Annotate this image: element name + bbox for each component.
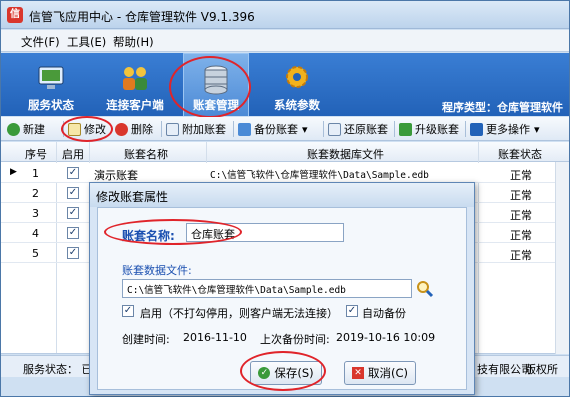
nav-service-status[interactable]: 服务状态 (21, 53, 81, 116)
auto-backup-label: 自动备份 (362, 307, 406, 320)
delete-button[interactable]: 删除 (115, 120, 153, 138)
highlight-ring (240, 351, 326, 391)
window-title: 信管飞应用中心 - 仓库管理软件 V9.1.396 (29, 10, 255, 24)
created-value: 2016-11-10 (183, 331, 247, 344)
monitor-icon (38, 66, 64, 89)
toolbar-separator (233, 121, 234, 137)
created-label: 创建时间: (122, 333, 170, 346)
cell-status: 正常 (510, 169, 532, 182)
copyright-text: 版权所 (525, 363, 558, 376)
more-icon (470, 122, 483, 136)
service-status-text: 服务状态： 已 (23, 363, 93, 376)
enable-label: 启用（不打勾停用，则客户端无法连接） (140, 307, 338, 320)
auto-backup-checkbox[interactable]: ✓ (346, 305, 358, 317)
menu-file[interactable]: 文件(F) (21, 34, 60, 50)
app-icon: 信 (7, 7, 23, 23)
col-header[interactable]: 账套数据库文件 (307, 146, 384, 162)
cell-name: 演示账套 (94, 169, 138, 182)
nav-label: 系统参数 (274, 98, 320, 112)
cell-file: C:\信管飞软件\仓库管理软件\Data\Sample.edb (210, 170, 429, 181)
attach-label: 附加账套 (182, 123, 226, 136)
backup-icon (238, 122, 251, 136)
dialog-title: 修改账套属性 (96, 190, 169, 204)
file-field[interactable]: C:\信管飞软件\仓库管理软件\Data\Sample.edb (122, 279, 412, 298)
upgrade-button[interactable]: 升级账套 (399, 120, 459, 138)
menu-tools[interactable]: 工具(E) (67, 34, 106, 50)
delete-label: 删除 (131, 123, 153, 136)
cell-no: 4 (32, 227, 39, 240)
cancel-button[interactable]: ✕ 取消(C) (344, 361, 416, 385)
restore-icon (328, 122, 341, 136)
cell-no: 1 (32, 167, 39, 180)
nav-label: 连接客户端 (106, 98, 164, 112)
last-backup-label: 上次备份时间: (260, 333, 330, 346)
attach-button[interactable]: 附加账套 (166, 120, 226, 138)
toolbar-separator (394, 121, 395, 137)
toolbar-separator (323, 121, 324, 137)
new-button[interactable]: 新建 (7, 120, 45, 138)
chevron-down-icon: ▾ (534, 122, 540, 136)
backup-button[interactable]: 备份账套 ▾ (238, 120, 308, 138)
vertical-scrollbar[interactable] (555, 162, 569, 354)
toolbar-separator (161, 121, 162, 137)
enabled-checkbox[interactable]: ✓ (67, 167, 79, 179)
more-button[interactable]: 更多操作 ▾ (470, 120, 540, 138)
nav-band: 服务状态 连接客户端 账套管理 系统参数 程序类型：仓库管理软件 (1, 53, 569, 116)
enabled-checkbox[interactable]: ✓ (67, 247, 79, 259)
title-bar: 信 信管飞应用中心 - 仓库管理软件 V9.1.396 (1, 1, 569, 29)
nav-label: 服务状态 (28, 98, 74, 112)
upgrade-icon (399, 122, 412, 136)
highlight-ring (169, 56, 251, 118)
cell-no: 3 (32, 207, 39, 220)
more-label: 更多操作 (486, 123, 530, 136)
program-type: 程序类型：仓库管理软件 (442, 101, 563, 114)
toolbar-separator (465, 121, 466, 137)
highlight-ring (104, 219, 242, 245)
last-backup-value: 2019-10-16 10:09 (336, 331, 436, 344)
nav-clients[interactable]: 连接客户端 (97, 53, 173, 116)
users-icon (123, 67, 147, 90)
attach-icon (166, 122, 179, 136)
enabled-checkbox[interactable]: ✓ (67, 207, 79, 219)
chevron-down-icon: ▾ (302, 122, 308, 136)
col-header[interactable]: 账套名称 (124, 146, 168, 162)
upgrade-label: 升级账套 (415, 123, 459, 136)
cancel-label: 取消(C) (367, 366, 408, 380)
add-icon (7, 122, 20, 136)
edit-account-dialog: 修改账套属性 账套名称: 仓库账套 账套数据文件: C:\信管飞软件\仓库管理软… (89, 182, 475, 395)
grid-header: 序号 启用 账套名称 账套数据库文件 账套状态 (1, 142, 569, 162)
nav-system-params[interactable]: 系统参数 (267, 53, 327, 116)
highlight-ring (61, 116, 113, 142)
delete-icon (115, 122, 128, 136)
cell-status: 正常 (510, 229, 532, 242)
cell-status: 正常 (510, 189, 532, 202)
enabled-checkbox[interactable]: ✓ (67, 187, 79, 199)
dialog-title-bar: 修改账套属性 (90, 183, 474, 207)
col-header[interactable]: 账套状态 (498, 146, 542, 162)
new-label: 新建 (23, 123, 45, 136)
restore-button[interactable]: 还原账套 (328, 120, 388, 138)
menu-bar: 文件(F) 工具(E) 帮助(H) (1, 30, 569, 52)
col-header[interactable]: 启用 (62, 146, 84, 162)
enable-checkbox[interactable]: ✓ (122, 305, 134, 317)
table-row[interactable]: ▶ 1 ✓ 演示账套 C:\信管飞软件\仓库管理软件\Data\Sample.e… (1, 163, 569, 183)
company-text: 技有限公司 (477, 363, 532, 376)
gear-icon (286, 66, 308, 88)
file-label: 账套数据文件: (122, 264, 192, 277)
enabled-checkbox[interactable]: ✓ (67, 227, 79, 239)
cell-no: 2 (32, 187, 39, 200)
close-icon: ✕ (351, 367, 364, 379)
cell-no: 5 (32, 247, 39, 260)
menu-help[interactable]: 帮助(H) (113, 34, 154, 50)
cell-status: 正常 (510, 209, 532, 222)
col-header[interactable]: 序号 (25, 146, 47, 162)
cell-status: 正常 (510, 249, 532, 262)
backup-label: 备份账套 (254, 123, 298, 136)
browse-search-icon[interactable] (416, 280, 434, 298)
restore-label: 还原账套 (344, 123, 388, 136)
row-pointer-icon: ▶ (10, 167, 17, 177)
